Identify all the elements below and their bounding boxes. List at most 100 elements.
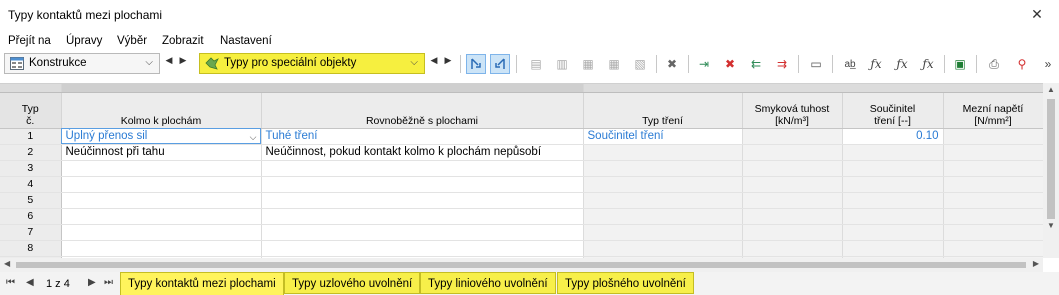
excel-icon[interactable]: ▣ xyxy=(950,54,970,74)
col-normal[interactable]: Kolmo k plochám xyxy=(61,92,262,129)
friction-coef-cell[interactable] xyxy=(842,208,944,225)
table-row[interactable]: 2 Neúčinnost při tahu Neúčinnost, pokud … xyxy=(0,144,1043,161)
friction-type-cell[interactable] xyxy=(583,192,743,209)
parallel-cell[interactable] xyxy=(261,240,584,257)
parallel-cell[interactable]: Tuhé tření xyxy=(261,128,584,145)
prev-icon[interactable]: ◀ xyxy=(163,55,175,66)
limit-stress-cell[interactable] xyxy=(943,128,1043,145)
parallel-cell[interactable] xyxy=(261,208,584,225)
friction-coef-cell[interactable] xyxy=(842,192,944,209)
next-icon[interactable]: ▶ xyxy=(442,55,454,66)
function-clear-icon[interactable]: ƒx xyxy=(892,54,912,74)
friction-type-cell[interactable] xyxy=(583,224,743,241)
row-number[interactable]: 1 xyxy=(0,128,62,145)
table-row[interactable]: 6 xyxy=(0,208,1043,225)
menu-edit[interactable]: Úpravy xyxy=(66,35,102,47)
last-page-icon[interactable]: ⏭ xyxy=(104,277,113,288)
shear-stiffness-cell[interactable] xyxy=(742,144,843,161)
normal-cell[interactable]: Neúčinnost při tahu xyxy=(61,144,262,161)
limit-stress-cell[interactable] xyxy=(943,240,1043,257)
friction-type-cell[interactable] xyxy=(583,144,743,161)
scroll-up-icon[interactable]: ▲ xyxy=(1047,85,1055,94)
limit-stress-cell[interactable] xyxy=(943,144,1043,161)
normal-cell[interactable] xyxy=(61,240,262,257)
select-mode-icon[interactable] xyxy=(466,54,486,74)
menu-goto[interactable]: Přejít na xyxy=(8,35,51,47)
scroll-left-icon[interactable]: ◀ xyxy=(4,259,10,268)
table-grid-icon[interactable]: ▦ xyxy=(604,54,624,74)
limit-stress-cell[interactable] xyxy=(943,192,1043,209)
close-icon[interactable]: ✕ xyxy=(1029,6,1045,22)
remove-icon[interactable]: ✖ xyxy=(720,54,740,74)
shear-stiffness-cell[interactable] xyxy=(742,128,843,145)
model-combo[interactable]: Konstrukce ⌵ xyxy=(4,53,160,74)
friction-coef-cell[interactable] xyxy=(842,144,944,161)
col-parallel[interactable]: Rovnoběžně s plochami xyxy=(261,92,584,129)
function-icon[interactable]: ƒx xyxy=(866,54,886,74)
friction-type-cell[interactable] xyxy=(583,160,743,177)
arrow-left-icon[interactable]: ⇇ xyxy=(746,54,766,74)
delete-icon[interactable]: ✖ xyxy=(662,54,682,74)
limit-stress-cell[interactable] xyxy=(943,176,1043,193)
table-add-icon[interactable]: ▦ xyxy=(578,54,598,74)
table-insert-icon[interactable]: ▤ xyxy=(526,54,546,74)
prev-page-icon[interactable]: ◀ xyxy=(26,277,34,288)
next-icon[interactable]: ▶ xyxy=(177,55,189,66)
panel-icon[interactable]: ▭ xyxy=(806,54,826,74)
table-row[interactable]: 5 xyxy=(0,192,1043,209)
table-append-icon[interactable]: ▥ xyxy=(552,54,572,74)
scroll-right-icon[interactable]: ▶ xyxy=(1033,259,1039,268)
limit-stress-cell[interactable] xyxy=(943,160,1043,177)
shear-stiffness-cell[interactable] xyxy=(742,208,843,225)
col-type-no[interactable]: Typ č. xyxy=(0,92,62,129)
next-page-icon[interactable]: ▶ xyxy=(88,277,96,288)
col-limit-stress[interactable]: Mezní napětí [N/mm²] xyxy=(943,92,1043,129)
table-row[interactable]: 3 xyxy=(0,160,1043,177)
tab-surface-contact-types[interactable]: Typy kontaktů mezi plochami xyxy=(120,272,284,295)
friction-coef-cell[interactable] xyxy=(842,160,944,177)
table-copy-icon[interactable]: ▧ xyxy=(630,54,650,74)
category-combo[interactable]: Typy pro speciální objekty ⌵ xyxy=(199,53,425,74)
row-number[interactable]: 7 xyxy=(0,224,62,241)
shear-stiffness-cell[interactable] xyxy=(742,176,843,193)
row-number[interactable]: 8 xyxy=(0,240,62,257)
shear-stiffness-cell[interactable] xyxy=(742,224,843,241)
row-number[interactable]: 2 xyxy=(0,144,62,161)
friction-coef-cell[interactable] xyxy=(842,224,944,241)
friction-type-cell[interactable]: Součinitel tření xyxy=(583,128,743,145)
table-row[interactable]: 4 xyxy=(0,176,1043,193)
menu-select[interactable]: Výběr xyxy=(117,35,147,47)
import-icon[interactable]: ⇥ xyxy=(694,54,714,74)
normal-cell[interactable]: Úplný přenos sil ⌵ xyxy=(61,128,262,145)
row-number[interactable]: 3 xyxy=(0,160,62,177)
prev-icon[interactable]: ◀ xyxy=(428,55,440,66)
row-number[interactable]: 4 xyxy=(0,176,62,193)
parallel-cell[interactable] xyxy=(261,160,584,177)
scroll-thumb[interactable] xyxy=(16,262,1026,268)
row-number[interactable]: 5 xyxy=(0,192,62,209)
limit-stress-cell[interactable] xyxy=(943,208,1043,225)
overflow-icon[interactable]: » xyxy=(1038,54,1058,74)
friction-type-cell[interactable] xyxy=(583,208,743,225)
row-number[interactable]: 6 xyxy=(0,208,62,225)
relation-icon[interactable] xyxy=(490,54,510,74)
table-row[interactable]: 7 xyxy=(0,224,1043,241)
parallel-cell[interactable]: Neúčinnost, pokud kontakt kolmo k plochá… xyxy=(261,144,584,161)
friction-coef-cell[interactable] xyxy=(842,176,944,193)
normal-cell[interactable] xyxy=(61,224,262,241)
parallel-cell[interactable] xyxy=(261,192,584,209)
friction-type-cell[interactable] xyxy=(583,176,743,193)
parallel-cell[interactable] xyxy=(261,224,584,241)
shear-stiffness-cell[interactable] xyxy=(742,192,843,209)
friction-coef-cell[interactable] xyxy=(842,240,944,257)
friction-type-cell[interactable] xyxy=(583,240,743,257)
filter-icon[interactable]: ⚲ xyxy=(1012,54,1032,74)
col-friction-coef[interactable]: Součinitel tření [--] xyxy=(842,92,944,129)
normal-cell[interactable] xyxy=(61,192,262,209)
parallel-cell[interactable] xyxy=(261,176,584,193)
normal-cell[interactable] xyxy=(61,208,262,225)
table-row[interactable]: 8 xyxy=(0,240,1043,257)
normal-cell[interactable] xyxy=(61,176,262,193)
print-icon[interactable]: ⎙ xyxy=(984,54,1004,74)
scroll-thumb[interactable] xyxy=(1047,99,1055,219)
